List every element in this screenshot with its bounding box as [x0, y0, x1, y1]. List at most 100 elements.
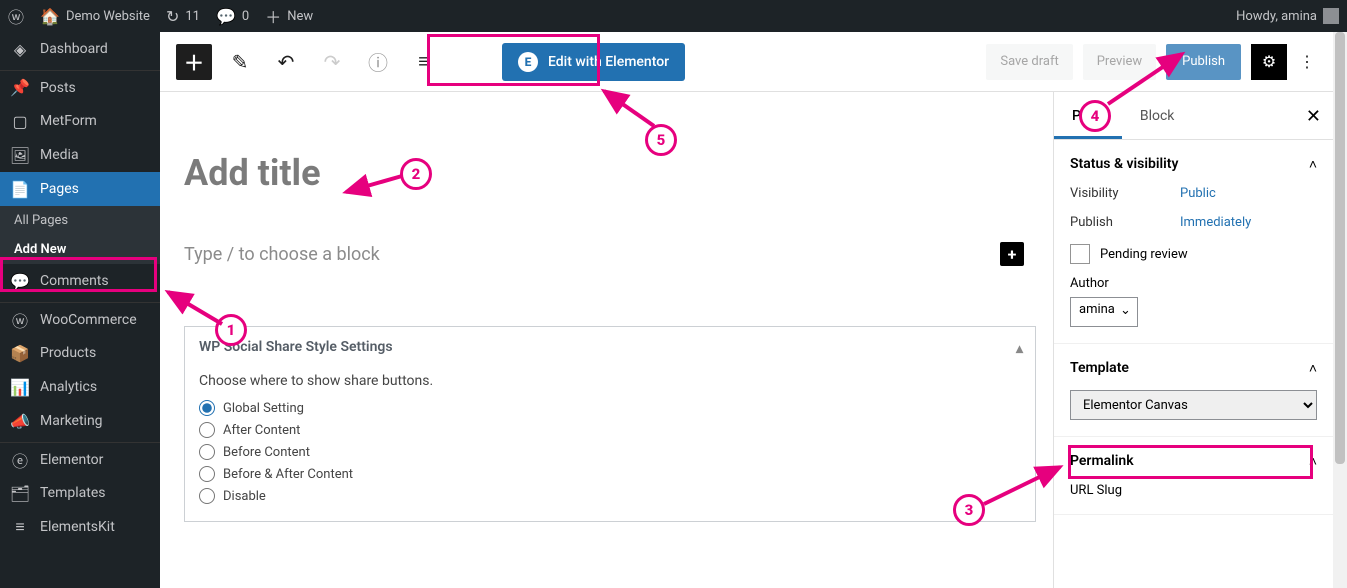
wpss-opt-before[interactable]: Before Content	[199, 441, 1021, 463]
menu-elementskit[interactable]: ≡ElementsKit	[0, 510, 160, 544]
outline-button[interactable]: ≡	[406, 44, 442, 80]
tab-block[interactable]: Block	[1122, 92, 1193, 139]
wpss-opt-after[interactable]: After Content	[199, 419, 1021, 441]
list-icon: ≡	[418, 49, 430, 74]
preview-button[interactable]: Preview	[1083, 44, 1156, 80]
site-name-link[interactable]: 🏠 Demo Website	[32, 0, 158, 32]
url-slug-label: URL Slug	[1070, 483, 1317, 498]
checkbox-icon[interactable]	[1070, 244, 1090, 264]
chevron-up-icon: ˄	[1309, 453, 1317, 470]
editor-main: Add title Type / to choose a block + G W…	[160, 92, 1053, 588]
menu-comments[interactable]: 💬Comments	[0, 264, 160, 298]
pending-review-check[interactable]: Pending review	[1070, 244, 1317, 264]
visibility-label: Visibility	[1070, 186, 1180, 201]
gear-icon: ⚙	[1262, 52, 1276, 71]
menu-analytics[interactable]: 📊Analytics	[0, 370, 160, 404]
close-icon: ✕	[1306, 106, 1321, 127]
menu-marketing[interactable]: 📣Marketing	[0, 404, 160, 438]
section-status-heading[interactable]: Status & visibility	[1070, 156, 1317, 172]
pencil-icon: ✎	[232, 50, 249, 74]
sidebar-tabs: Page Block ✕	[1054, 92, 1333, 140]
wp-admin-menu: ◈Dashboard 📌Posts ▢MetForm 🖼Media 📄Pages…	[0, 32, 160, 588]
wpss-opt-disable[interactable]: Disable	[199, 485, 1021, 507]
section-template: Template ˄ Elementor Canvas	[1054, 344, 1333, 437]
wpss-heading[interactable]: WP Social Share Style Settings ▴	[185, 327, 1035, 367]
tab-page[interactable]: Page	[1054, 92, 1122, 139]
save-draft-button[interactable]: Save draft	[986, 44, 1072, 80]
menu-dashboard[interactable]: ◈Dashboard	[0, 32, 160, 66]
howdy-text: Howdy, amina	[1236, 9, 1317, 24]
home-icon: 🏠	[40, 7, 60, 26]
media-icon: 🖼	[10, 145, 30, 165]
wp-logo[interactable]: ⓦ	[0, 0, 32, 32]
elementskit-icon: ≡	[10, 517, 30, 537]
elementor-icon: E	[518, 52, 538, 72]
woocommerce-icon: ⓦ	[10, 310, 30, 330]
caret-up-icon: ▴	[1016, 341, 1023, 357]
scrollbar[interactable]	[1333, 32, 1347, 588]
publish-value[interactable]: Immediately	[1180, 215, 1251, 230]
author-label: Author	[1070, 276, 1317, 291]
menu-pages[interactable]: 📄Pages	[0, 172, 160, 206]
template-select[interactable]: Elementor Canvas	[1070, 390, 1317, 420]
page-icon: 📄	[10, 179, 30, 199]
wpss-opt-both[interactable]: Before & After Content	[199, 463, 1021, 485]
options-button[interactable]: ⋮	[1297, 44, 1317, 80]
title-input[interactable]: Add title	[184, 152, 964, 194]
menu-elementor[interactable]: ⓔElementor	[0, 442, 160, 476]
settings-sidebar: Page Block ✕ Status & visibility ˄ Visib…	[1053, 92, 1333, 588]
wp-admin-bar: ⓦ 🏠 Demo Website ↻ 11 💬0 ＋New Howdy, amina	[0, 0, 1347, 32]
chevron-up-icon: ˄	[1309, 156, 1317, 173]
scrollbar-thumb[interactable]	[1335, 32, 1345, 464]
author-select[interactable]: amina	[1070, 297, 1138, 327]
metform-icon: ▢	[10, 111, 30, 131]
submenu-all-pages[interactable]: All Pages	[0, 206, 160, 235]
wpss-panel: WP Social Share Style Settings ▴ Choose …	[184, 326, 1036, 522]
analytics-icon: 📊	[10, 377, 30, 397]
submenu-add-new[interactable]: Add New	[0, 235, 160, 264]
new-content-link[interactable]: ＋New	[257, 0, 321, 32]
section-permalink: Permalink ˄ URL Slug	[1054, 437, 1333, 515]
undo-button[interactable]: ↶	[268, 44, 304, 80]
section-permalink-heading[interactable]: Permalink	[1070, 453, 1317, 469]
chevron-up-icon: ˄	[1309, 360, 1317, 377]
visibility-value[interactable]: Public	[1180, 186, 1216, 201]
add-block-button[interactable]: ＋	[176, 44, 212, 80]
comments-link[interactable]: 💬0	[208, 0, 257, 32]
details-button[interactable]: ⓘ	[360, 44, 396, 80]
products-icon: 📦	[10, 343, 30, 363]
publish-button[interactable]: Publish	[1166, 44, 1241, 80]
body-input[interactable]: Type / to choose a block	[184, 244, 1000, 265]
publish-label: Publish	[1070, 215, 1180, 230]
close-sidebar-button[interactable]: ✕	[1306, 106, 1321, 127]
edit-with-elementor-button[interactable]: E Edit with Elementor	[502, 43, 685, 81]
elementor-label: Edit with Elementor	[548, 54, 669, 70]
new-label: New	[287, 9, 313, 24]
plus-icon: ＋	[184, 47, 204, 76]
avatar-icon	[1323, 8, 1339, 24]
section-template-heading[interactable]: Template	[1070, 360, 1317, 376]
marketing-icon: 📣	[10, 411, 30, 431]
updates-count: 11	[185, 9, 200, 24]
menu-templates[interactable]: 🗂Templates	[0, 476, 160, 510]
content-area: ＋ ✎ ↶ ↷ ⓘ ≡ E Edit with Elementor Save d…	[160, 32, 1333, 588]
updates-link[interactable]: ↻ 11	[158, 0, 208, 32]
insert-block-button[interactable]: +	[1000, 242, 1024, 266]
wpss-prompt: Choose where to show share buttons.	[199, 373, 1021, 389]
redo-icon: ↷	[324, 50, 341, 74]
my-account[interactable]: Howdy, amina	[1236, 8, 1347, 24]
menu-woocommerce[interactable]: ⓦWooCommerce	[0, 302, 160, 336]
tools-button[interactable]: ✎	[222, 44, 258, 80]
menu-products[interactable]: 📦Products	[0, 336, 160, 370]
menu-media[interactable]: 🖼Media	[0, 138, 160, 172]
comment-icon: 💬	[216, 7, 236, 26]
redo-button[interactable]: ↷	[314, 44, 350, 80]
wpss-opt-global[interactable]: Global Setting	[199, 397, 1021, 419]
menu-metform[interactable]: ▢MetForm	[0, 104, 160, 138]
menu-posts[interactable]: 📌Posts	[0, 70, 160, 104]
refresh-icon: ↻	[166, 7, 179, 26]
pin-icon: 📌	[10, 78, 30, 98]
site-name: Demo Website	[66, 9, 150, 24]
wordpress-icon: ⓦ	[8, 4, 24, 28]
settings-button[interactable]: ⚙	[1251, 44, 1287, 80]
